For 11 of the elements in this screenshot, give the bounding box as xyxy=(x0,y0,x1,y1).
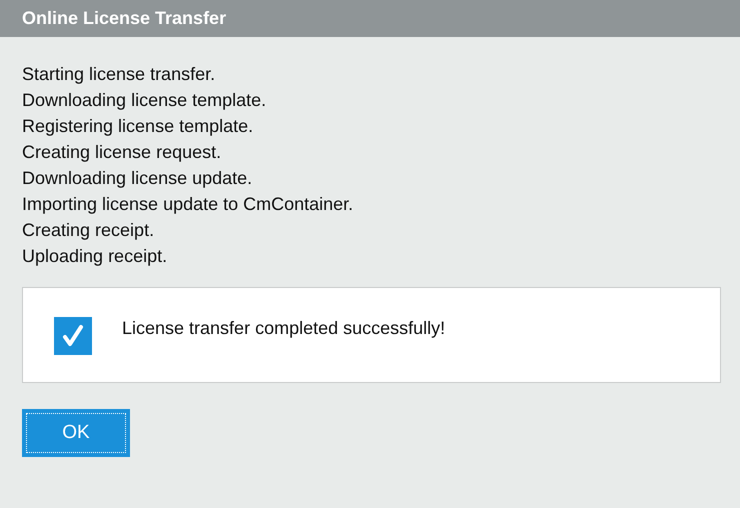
log-line: Starting license transfer. xyxy=(22,63,216,86)
log-line: Registering license template. xyxy=(22,115,254,138)
ok-button[interactable]: OK xyxy=(22,409,130,457)
log-line: Importing license update to CmContainer. xyxy=(22,193,354,216)
log-line: Creating license request. xyxy=(22,141,222,164)
status-message: License transfer completed successfully! xyxy=(122,317,446,339)
log-line: Downloading license update. xyxy=(22,167,252,190)
log-line: Creating receipt. xyxy=(22,219,154,242)
log-line: Downloading license template. xyxy=(22,89,266,112)
log-line: Uploading receipt. xyxy=(22,245,168,268)
window-title: Online License Transfer xyxy=(22,8,226,29)
